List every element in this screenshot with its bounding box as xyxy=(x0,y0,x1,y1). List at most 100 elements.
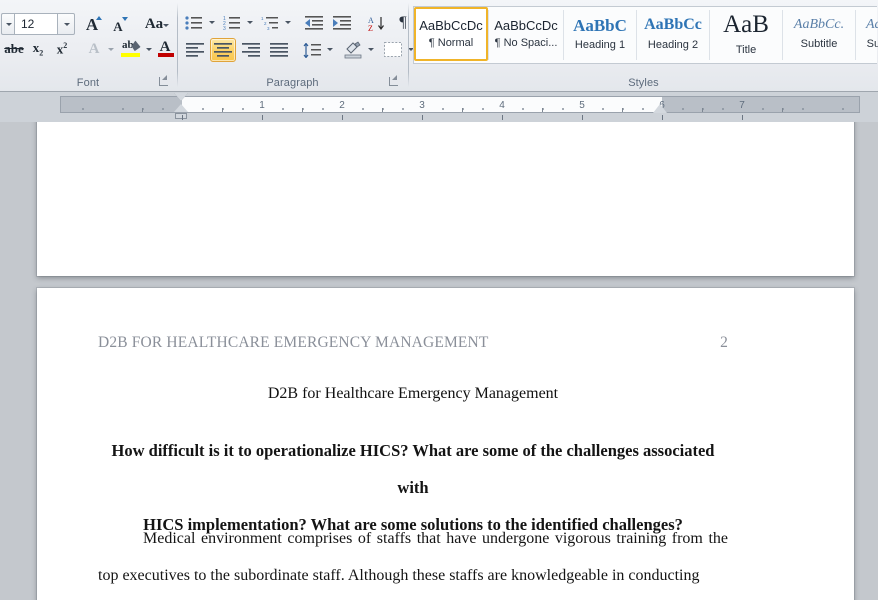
ruler-tick xyxy=(802,108,804,110)
pilcrow-icon: ¶ xyxy=(399,14,407,31)
document-body-paragraph: Medical environment comprises of staffs … xyxy=(98,530,728,584)
ruler-half-mark xyxy=(622,108,623,112)
ruler-tab-stop[interactable] xyxy=(342,115,343,120)
numbering-icon: 1 2 3 xyxy=(223,16,240,31)
align-left-button[interactable] xyxy=(182,38,208,62)
style-item-heading-2[interactable]: AaBbCc Heading 2 xyxy=(637,7,709,61)
ruler-tick xyxy=(322,108,324,110)
hanging-indent-marker[interactable] xyxy=(174,104,188,112)
sort-icon: A Z xyxy=(368,16,384,32)
strikethrough-button[interactable]: abe xyxy=(2,38,26,60)
ruler-tab-stop[interactable] xyxy=(742,115,743,120)
ruler-number: 7 xyxy=(739,100,745,111)
chevron-down-icon[interactable] xyxy=(368,48,374,51)
heading-line-1: How difficult is it to operationalize HI… xyxy=(111,441,715,497)
font-size-spinner[interactable] xyxy=(1,13,15,35)
style-item-heading-1[interactable]: AaBbC Heading 1 xyxy=(564,7,636,61)
style-preview: AaBbC xyxy=(573,15,627,35)
chevron-down-icon[interactable] xyxy=(327,48,333,51)
change-case-button[interactable]: Aa xyxy=(140,12,174,36)
justify-button[interactable] xyxy=(266,38,292,62)
subscript-button[interactable]: x2 xyxy=(26,38,50,60)
highlight-color-swatch xyxy=(121,53,140,57)
paragraph-group-body: 1 2 3 1 2 3 A Z ¶ xyxy=(178,2,414,64)
style-item--normal[interactable]: AaBbCcDc ¶ Normal xyxy=(414,7,488,61)
svg-text:Z: Z xyxy=(368,24,373,32)
font-dialog-launcher[interactable] xyxy=(158,75,170,87)
font-color-button[interactable]: A xyxy=(154,37,176,61)
left-indent-marker[interactable] xyxy=(175,113,187,119)
down-arrow-icon xyxy=(122,17,128,21)
right-indent-marker[interactable] xyxy=(653,104,667,113)
ribbon: 12 A A Aa abe x2 x2 A ab A Font 1 2 3 1 … xyxy=(0,0,878,92)
justify-icon xyxy=(270,43,288,57)
first-line-indent-marker[interactable] xyxy=(174,93,188,101)
ruler-tab-stop[interactable] xyxy=(662,115,663,120)
ruler-half-mark xyxy=(702,108,703,112)
sort-button[interactable]: A Z xyxy=(364,11,388,35)
font-size-value: 12 xyxy=(21,17,35,31)
align-left-icon xyxy=(186,43,204,57)
grow-font-button[interactable]: A xyxy=(82,12,106,36)
ruler-tab-stop[interactable] xyxy=(502,115,503,120)
font-group-label: Font xyxy=(76,77,100,89)
align-center-button[interactable] xyxy=(210,38,236,62)
chevron-down-icon[interactable] xyxy=(285,21,291,24)
font-size-input[interactable]: 12 xyxy=(14,13,58,35)
paragraph-dialog-launcher[interactable] xyxy=(388,75,400,87)
ruler-tick xyxy=(402,108,404,110)
ruler-half-mark xyxy=(782,108,783,112)
horizontal-ruler[interactable]: 1234567 xyxy=(0,92,878,122)
ruler-tab-stop[interactable] xyxy=(422,115,423,120)
ruler-tick xyxy=(442,108,444,110)
chevron-down-icon[interactable] xyxy=(209,21,215,24)
text-highlight-color-button[interactable]: ab xyxy=(118,37,142,61)
line-spacing-button[interactable] xyxy=(300,38,324,62)
ruler-tab-stop[interactable] xyxy=(262,115,263,120)
ruler-tick xyxy=(522,108,524,110)
ruler-tick xyxy=(562,108,564,110)
decrease-indent-button[interactable] xyxy=(302,11,326,35)
text-effects-button[interactable]: A xyxy=(82,38,106,60)
style-item-title[interactable]: AaB Title xyxy=(710,7,782,61)
style-item--no-spaci-[interactable]: AaBbCcDc ¶ No Spaci... xyxy=(489,7,563,61)
up-arrow-icon xyxy=(96,16,102,20)
numbering-button[interactable]: 1 2 3 xyxy=(220,11,244,35)
ruler-tick xyxy=(162,108,164,110)
document-page-1[interactable] xyxy=(37,122,854,276)
text-highlight-color-icon: ab xyxy=(122,39,134,51)
ruler-half-mark xyxy=(222,108,223,112)
align-right-button[interactable] xyxy=(238,38,264,62)
ruler-number: 4 xyxy=(499,100,505,111)
shading-button[interactable] xyxy=(340,37,365,62)
ribbon-group-font: 12 A A Aa abe x2 x2 A ab A Font xyxy=(0,0,176,91)
chevron-down-icon[interactable] xyxy=(247,21,253,24)
style-preview: AaBbCc. xyxy=(793,17,845,33)
bullets-button[interactable] xyxy=(182,11,206,35)
ruler-tab-stop[interactable] xyxy=(582,115,583,120)
style-label: ¶ No Spaci... xyxy=(494,37,558,50)
ribbon-group-paragraph: 1 2 3 1 2 3 A Z ¶ Paragraph xyxy=(178,0,414,91)
ruler-tab-stop[interactable] xyxy=(182,115,183,120)
superscript-button[interactable]: x2 xyxy=(50,38,74,60)
ruler-tick xyxy=(82,108,84,110)
ruler-tick xyxy=(242,108,244,110)
chevron-down-icon[interactable] xyxy=(108,48,114,51)
multilevel-list-button[interactable]: 1 2 3 xyxy=(258,11,282,35)
chevron-down-icon[interactable] xyxy=(146,48,152,51)
svg-text:3: 3 xyxy=(267,26,270,31)
ruler-half-mark xyxy=(542,108,543,112)
ruler-half-mark xyxy=(302,108,303,112)
ruler-tick xyxy=(642,108,644,110)
style-preview: AaBbCc xyxy=(644,16,702,34)
running-head: D2B FOR HEALTHCARE EMERGENCY MANAGEMENT … xyxy=(98,334,728,352)
style-item-subtitle[interactable]: AaBbCc. Subtitle xyxy=(783,7,855,61)
ribbon-group-styles: AaBbCcDc ¶ Normal AaBbCcDc ¶ No Spaci... AaB… xyxy=(409,0,878,91)
shrink-font-button[interactable]: A xyxy=(108,12,132,36)
font-size-dropdown-button[interactable] xyxy=(58,13,75,35)
style-item-subt[interactable]: AaB Subt xyxy=(856,7,878,61)
borders-button[interactable] xyxy=(380,37,405,62)
increase-indent-button[interactable] xyxy=(330,11,354,35)
document-canvas[interactable]: D2B FOR HEALTHCARE EMERGENCY MANAGEMENT … xyxy=(0,122,878,600)
style-label: Heading 1 xyxy=(574,39,626,52)
